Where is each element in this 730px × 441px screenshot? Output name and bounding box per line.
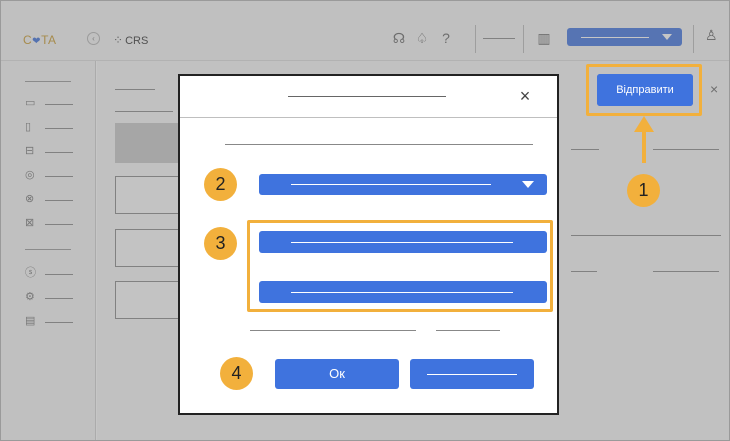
dialog-divider [180,117,557,118]
arrow-shaft [642,131,646,163]
chevron-down-icon [522,181,534,188]
close-icon[interactable]: × [516,87,534,105]
caption-placeholder [250,330,416,331]
application-window: C❤TA ‹ ⁘CRS ☊ ♤ ? ▥ ♙ ▭ ▯ ⊟ ◎ ⊗ ⊠ ⓢ ⚙ ▤ [0,0,730,441]
callout-badge-2: 2 [204,168,237,201]
dialog-title-placeholder [288,96,446,97]
select-value-placeholder [291,184,491,185]
caption-placeholder [436,330,500,331]
callout-highlight-3 [247,220,553,312]
dialog-subtitle-placeholder [225,144,533,145]
callout-badge-3: 3 [204,227,237,260]
secondary-button[interactable] [410,359,534,389]
ok-button[interactable]: Ок [275,359,399,389]
button-label-placeholder [427,374,517,375]
callout-badge-4: 4 [220,357,253,390]
callout-badge-1: 1 [627,174,660,207]
arrow-up-icon [634,116,654,132]
send-button-highlighted[interactable]: Відправити [597,74,693,106]
dialog-select[interactable] [259,174,547,195]
